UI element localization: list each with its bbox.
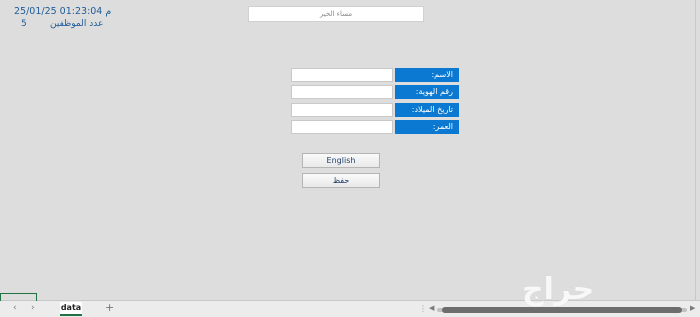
id-row: رقم الهوية:	[291, 85, 459, 99]
scroll-left-icon[interactable]: ◀	[429, 304, 434, 312]
save-button[interactable]: حفظ	[302, 173, 380, 188]
employee-count-label: عدد الموظفين	[50, 19, 104, 29]
id-label: رقم الهوية:	[395, 85, 459, 99]
tab-splitter-icon[interactable]: ⋮	[419, 304, 427, 313]
haraj-watermark: حراج	[522, 272, 595, 307]
name-field[interactable]	[291, 68, 393, 82]
column-divider	[695, 0, 696, 300]
english-button[interactable]: English	[302, 153, 380, 168]
employee-count-value: 5	[21, 19, 27, 29]
birth-field[interactable]	[291, 103, 393, 117]
name-label: الاسم:	[395, 68, 459, 82]
name-row: الاسم:	[291, 68, 459, 82]
id-field[interactable]	[291, 85, 393, 99]
next-sheet-icon[interactable]: ›	[31, 303, 35, 313]
selected-cell	[0, 293, 37, 301]
scrollbar-thumb[interactable]	[442, 307, 682, 313]
scroll-right-icon[interactable]: ▶	[690, 304, 695, 312]
birth-label: تاريخ الميلاد:	[395, 103, 459, 117]
age-field[interactable]	[291, 120, 393, 134]
worksheet-area[interactable]	[0, 0, 700, 300]
datetime-display: 25/01/25 01:23:04 م	[14, 6, 112, 17]
add-sheet-icon[interactable]: +	[105, 302, 114, 314]
sheet-tab-data[interactable]: data	[60, 302, 82, 316]
welcome-box: مساء الخير	[248, 6, 424, 22]
birth-row: تاريخ الميلاد:	[291, 103, 459, 117]
age-label: العمر:	[395, 120, 459, 134]
age-row: العمر:	[291, 120, 459, 134]
prev-sheet-icon[interactable]: ‹	[13, 303, 17, 313]
